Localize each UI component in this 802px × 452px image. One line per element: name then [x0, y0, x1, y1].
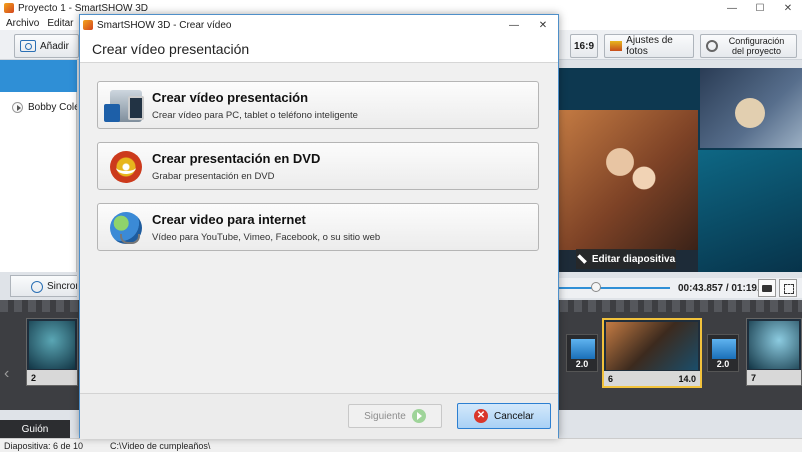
close-button[interactable]: ✕ [774, 0, 802, 16]
slide-meta: 7 [747, 370, 801, 385]
status-path: C:\Video de cumpleaños\ [110, 440, 211, 451]
option-title: Crear vídeo presentación [152, 90, 309, 105]
clock-icon [31, 281, 43, 293]
timeline-scroll-left[interactable]: ‹ [4, 365, 9, 383]
slide-meta: 6 14.0 [604, 371, 700, 386]
transition-block[interactable]: 2.0 [566, 334, 598, 372]
slide-duration: 14.0 [678, 373, 696, 384]
dvd-icon [110, 151, 142, 183]
next-button[interactable]: Siguiente [348, 404, 442, 428]
dialog-app-icon [83, 20, 93, 30]
option-subtitle: Crear vídeo para PC, tablet o teléfono i… [152, 110, 358, 121]
option-subtitle: Vídeo para YouTube, Vimeo, Facebook, o s… [152, 232, 381, 243]
photo-icon [610, 41, 623, 51]
playback-slider-knob[interactable] [591, 282, 601, 292]
add-label: Añadir [40, 40, 69, 52]
app-icon [4, 3, 14, 13]
option-subtitle: Grabar presentación en DVD [152, 171, 275, 182]
tab-guion-label: Guión [21, 423, 49, 435]
dialog-heading: Crear vídeo presentación [92, 40, 250, 57]
main-window-title: Proyecto 1 - SmartSHOW 3D [18, 2, 149, 14]
slide-thumbnail[interactable]: 7 [746, 318, 802, 386]
create-video-dialog: SmartSHOW 3D - Crear vídeo — ✕ Crear víd… [79, 14, 559, 439]
slide-thumbnail[interactable]: 2 [26, 318, 78, 386]
slide-image [606, 322, 698, 370]
transition-icon [712, 339, 736, 359]
slide-image [29, 321, 75, 369]
dialog-minimize-button[interactable]: — [500, 15, 528, 35]
pc-device-icon [104, 90, 144, 122]
menu-archivo[interactable]: Archivo [6, 18, 39, 29]
maximize-button[interactable]: ☐ [746, 0, 774, 16]
transition-block[interactable]: 2.0 [707, 334, 739, 372]
aspect-ratio-button[interactable]: 16:9 [570, 34, 598, 58]
option-create-video[interactable]: Crear vídeo presentación Crear vídeo par… [97, 81, 539, 129]
arrow-right-icon [411, 409, 426, 423]
dialog-title-bar: SmartSHOW 3D - Crear vídeo — ✕ [80, 15, 558, 35]
music-item[interactable]: Bobby Cole - [12, 102, 77, 113]
option-create-dvd[interactable]: Crear presentación en DVD Grabar present… [97, 142, 539, 190]
playback-bar: 00:43.857 / 01:19.000 [558, 278, 802, 298]
gear-icon [706, 40, 718, 52]
slide-number: 2 [31, 372, 37, 383]
dialog-header: Crear vídeo presentación [80, 35, 558, 63]
transition-duration: 2.0 [716, 359, 730, 369]
dialog-close-button[interactable]: ✕ [528, 15, 558, 35]
photo-settings-label: Ajustes de fotos [626, 35, 673, 57]
play-icon[interactable] [12, 102, 23, 113]
fullscreen-icon[interactable] [779, 279, 797, 297]
dialog-footer: Siguiente ✕ Cancelar [80, 393, 558, 439]
cancel-button[interactable]: ✕ Cancelar [457, 403, 551, 429]
option-create-internet-video[interactable]: Crear video para internet Vídeo para You… [97, 203, 539, 251]
music-list: Bobby Cole - [0, 92, 77, 272]
dialog-title: SmartSHOW 3D - Crear vídeo [97, 19, 232, 31]
transition-duration: 2.0 [575, 359, 589, 369]
pencil-icon [577, 254, 587, 264]
slide-meta: 2 [27, 370, 77, 385]
status-slide-info: Diapositiva: 6 de 10 [4, 440, 84, 451]
music-item-label: Bobby Cole - [28, 102, 77, 113]
cancel-label: Cancelar [493, 410, 535, 422]
slide-number: 7 [751, 372, 757, 383]
globe-icon [110, 212, 142, 244]
left-panel-header [0, 60, 77, 92]
slide-thumbnail-selected[interactable]: 6 14.0 [602, 318, 702, 388]
slide-number: 6 [608, 373, 614, 384]
slide-preview [558, 68, 802, 272]
next-label: Siguiente [364, 410, 406, 422]
cancel-icon: ✕ [473, 409, 488, 423]
status-bar: Diapositiva: 6 de 10 C:\Video de cumplea… [0, 438, 802, 452]
project-config-button[interactable]: Configuración del proyecto [700, 34, 797, 58]
tab-guion[interactable]: Guión [0, 420, 70, 438]
preview-photo-party [558, 110, 698, 250]
edit-slide-button[interactable]: Editar diapositiva [576, 249, 676, 269]
sync-label: Sincroni [47, 280, 77, 292]
add-button[interactable]: Añadir [14, 34, 79, 58]
aspect-label: 16:9 [574, 40, 595, 52]
preview-photo-background [698, 150, 802, 272]
photo-settings-button[interactable]: Ajustes de fotos [604, 34, 694, 58]
minimize-button[interactable]: — [718, 0, 746, 16]
sync-button[interactable]: Sincroni [10, 275, 77, 297]
slide-image [749, 321, 799, 369]
menu-editar[interactable]: Editar [47, 18, 73, 29]
transition-icon [571, 339, 595, 359]
playback-track[interactable] [558, 287, 670, 289]
edit-slide-label: Editar diapositiva [591, 253, 676, 265]
preview-photo-cake [700, 68, 802, 148]
project-config-label: Configuración del proyecto [728, 36, 785, 56]
option-title: Crear presentación en DVD [152, 151, 321, 166]
window-controls: — ☐ ✕ [718, 0, 802, 16]
snapshot-icon[interactable] [758, 279, 776, 297]
option-title: Crear video para internet [152, 212, 306, 227]
add-photo-icon [20, 40, 36, 52]
